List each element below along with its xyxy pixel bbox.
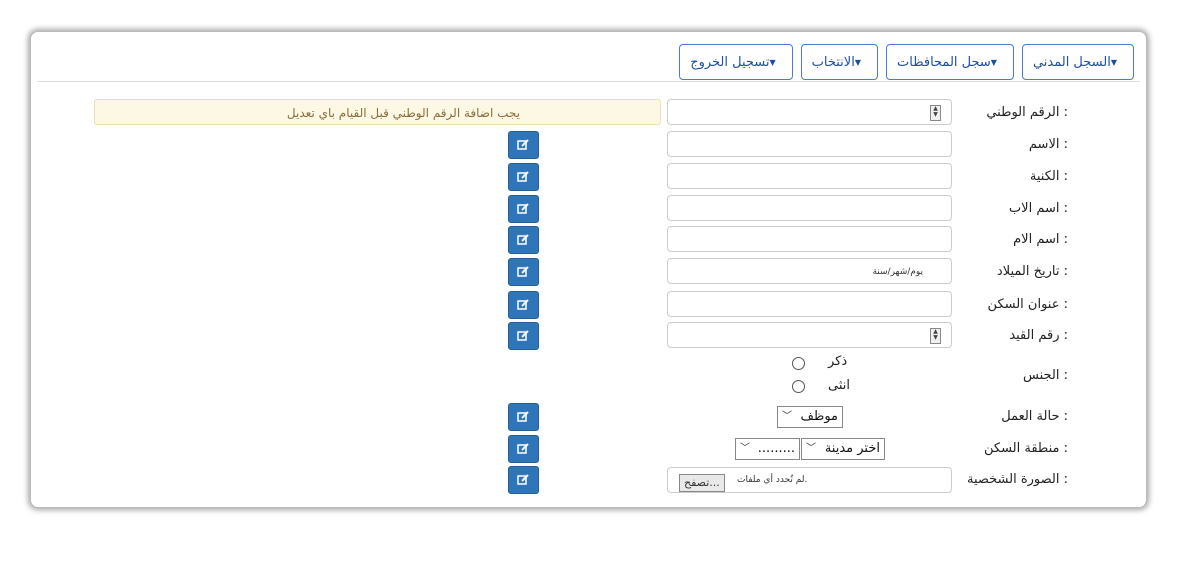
label-record-no: رقم القيد : [1009,328,1068,343]
nav-civil-registry[interactable]: السجل المدني ▼ [1021,44,1134,80]
edit-surname-button[interactable] [508,163,539,191]
label-mother: اسم الام : [1013,232,1068,247]
radio-male[interactable] [792,357,805,370]
edit-icon [517,443,529,454]
edit-address-button[interactable] [508,291,539,319]
label-surname: الكنية : [1029,169,1068,184]
edit-record-no-button[interactable] [508,322,539,350]
edit-father-button[interactable] [508,195,539,223]
edit-icon [517,171,529,182]
number-spinner-icon[interactable]: ▲ ▼ [930,328,941,344]
chevron-down-icon: ﹀ [740,443,750,454]
edit-icon [517,411,529,422]
nav-elections[interactable]: الانتخاب ▼ [800,44,878,80]
nav-label: سجل المحافظات [897,54,991,70]
label-work: حالة العمل : [1001,409,1068,424]
label-address: عنوان السكن : [987,297,1068,312]
label-name: الاسم : [1028,137,1068,152]
name-input[interactable] [667,131,952,157]
label-national-id: الرقم الوطني : [986,105,1068,120]
edit-icon [517,234,529,245]
number-spinner-icon[interactable]: ▲ ▼ [930,105,941,121]
radio-male-label: ذكر [828,354,848,369]
caret-down-icon: ▼ [769,57,776,67]
nav-logout[interactable]: تسجيل الخروج ▼ [679,44,793,80]
divider [37,81,1140,82]
edit-icon [517,474,529,485]
label-father: اسم الاب : [1008,201,1068,216]
radio-female[interactable] [792,380,805,393]
file-status-text: لم تُحدد أي ملفات. [737,475,808,485]
record-no-input[interactable]: ▲ ▼ [667,322,952,348]
photo-file-input[interactable]: تصفح... لم تُحدد أي ملفات. [667,467,952,493]
work-status-value: موظف [800,409,838,424]
city-value: اختر مدينة [824,441,880,456]
edit-icon [517,330,529,341]
nav-label: تسجيل الخروج [690,54,770,70]
birthdate-input[interactable]: يوم/شهر/سنة [667,258,952,284]
radio-female-label: انثى [828,378,850,393]
chevron-down-icon: ﹀ [806,443,816,454]
chevron-down-icon: ﹀ [782,411,792,422]
city-select[interactable]: ﹀ اختر مدينة [801,438,885,460]
date-placeholder: يوم/شهر/سنة [872,267,923,277]
edit-icon [517,203,529,214]
surname-input[interactable] [667,163,952,189]
caret-down-icon: ▼ [1110,57,1117,67]
area-value: ......... [757,441,795,456]
top-navbar: السجل المدني ▼ سجل المحافظات ▼ الانتخاب ▼ ت… [679,44,1134,80]
edit-region-button[interactable] [508,435,539,463]
label-gender: الجنس : [1023,368,1068,383]
main-card: السجل المدني ▼ سجل المحافظات ▼ الانتخاب ▼ ت… [30,31,1147,508]
area-select[interactable]: ﹀......... [735,438,800,460]
mother-input[interactable] [667,226,952,252]
browse-button[interactable]: تصفح... [679,474,725,492]
edit-icon [517,299,529,310]
national-id-input[interactable]: ▲ ▼ [667,99,952,125]
father-input[interactable] [667,195,952,221]
caret-down-icon: ▼ [854,57,861,67]
caret-down-icon: ▼ [990,57,997,67]
address-input[interactable] [667,291,952,317]
edit-name-button[interactable] [508,131,539,159]
edit-icon [517,266,529,277]
nav-label: الانتخاب [811,54,855,70]
label-birthdate: تاريخ الميلاد : [996,264,1068,279]
edit-mother-button[interactable] [508,226,539,254]
edit-photo-button[interactable] [508,466,539,494]
work-status-select[interactable]: ﹀ موظف [777,406,843,428]
label-photo: الصورة الشخصية : [966,472,1068,487]
edit-birthdate-button[interactable] [508,258,539,286]
nav-label: السجل المدني [1032,54,1111,70]
label-region: منطقة السكن : [984,441,1068,456]
edit-work-button[interactable] [508,403,539,431]
edit-icon [517,139,529,150]
nav-governorates[interactable]: سجل المحافظات ▼ [886,44,1014,80]
